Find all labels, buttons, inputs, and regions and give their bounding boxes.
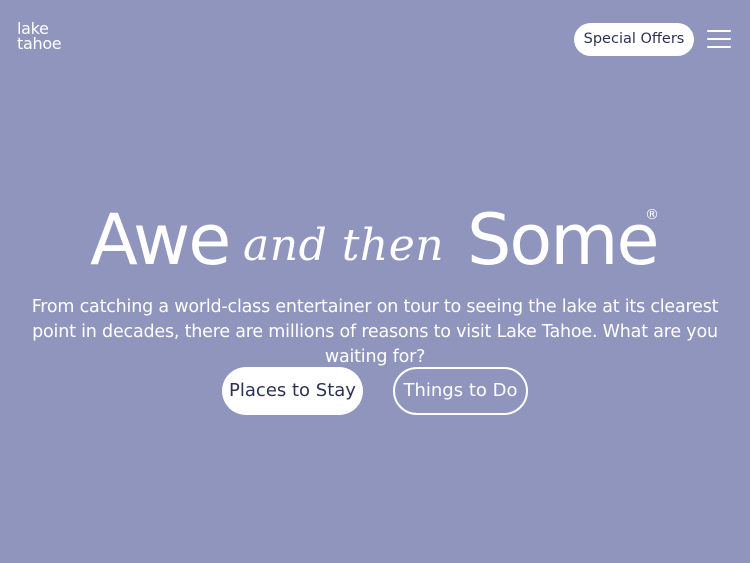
hero-headline: Awe and then Some ® — [0, 192, 750, 292]
places-to-stay-button[interactable]: Places to Stay — [222, 367, 363, 415]
site-logo[interactable]: lake tahoe — [17, 21, 62, 53]
registered-trademark-mark: ® — [645, 207, 659, 223]
menu-bar — [707, 30, 731, 32]
headline-some: Some — [467, 199, 660, 281]
hamburger-menu-icon[interactable] — [707, 29, 732, 49]
special-offers-button[interactable]: Special Offers — [574, 23, 694, 56]
menu-bar — [707, 38, 731, 40]
logo-line-tahoe: tahoe — [17, 34, 62, 53]
menu-bar — [707, 46, 731, 48]
headline-awe: Awe — [90, 199, 231, 281]
hero-intro-text: From catching a world-class entertainer … — [31, 297, 719, 367]
things-to-do-button[interactable]: Things to Do — [393, 367, 528, 415]
headline-script-text: and then — [243, 220, 445, 271]
